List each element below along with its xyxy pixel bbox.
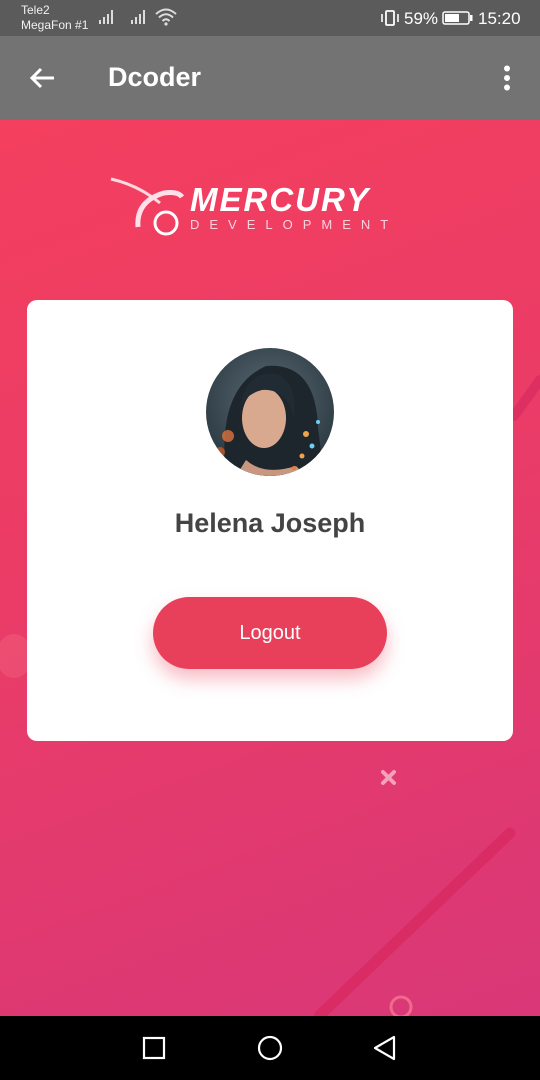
system-navigation-bar: [0, 1016, 540, 1080]
clock: 15:20: [478, 9, 521, 28]
recent-apps-button[interactable]: [140, 1034, 168, 1062]
avatar: [206, 348, 334, 476]
app-bar: Dcoder: [0, 36, 540, 120]
signal-icon: [99, 10, 113, 24]
app-title: Dcoder: [108, 62, 202, 92]
logo-mark: [110, 177, 185, 236]
logo-wordmark: MERCURY: [190, 181, 371, 218]
back-button[interactable]: [26, 62, 58, 94]
signal-icon: [131, 10, 145, 24]
carrier-2: MegaFon #1: [21, 18, 89, 32]
carrier-1: Tele2: [21, 3, 50, 17]
more-vertical-icon: [504, 65, 510, 91]
arrow-left-icon: [29, 67, 54, 89]
vibrate-icon: [381, 10, 399, 26]
avatar-image: [206, 348, 334, 476]
home-button[interactable]: [255, 1034, 285, 1062]
mercury-logo: MERCURY DEVELOPMENT: [108, 175, 434, 237]
profile-screen: MERCURY DEVELOPMENT Helena Joseph Logout: [0, 120, 540, 1016]
logout-button[interactable]: Logout: [153, 597, 387, 669]
battery-percent: 59%: [404, 9, 439, 28]
profile-card: Helena Joseph Logout: [27, 300, 513, 741]
battery-icon: [442, 11, 473, 25]
carrier-info: Tele2 MegaFon #1: [21, 3, 88, 33]
system-back-button[interactable]: [372, 1034, 398, 1062]
user-name: Helena Joseph: [174, 508, 366, 538]
status-bar: Tele2 MegaFon #1 59% 15:20: [0, 0, 540, 36]
wifi-icon: [155, 8, 177, 26]
logo-subtitle: DEVELOPMENT: [190, 217, 399, 232]
overflow-menu-button[interactable]: [496, 62, 518, 94]
